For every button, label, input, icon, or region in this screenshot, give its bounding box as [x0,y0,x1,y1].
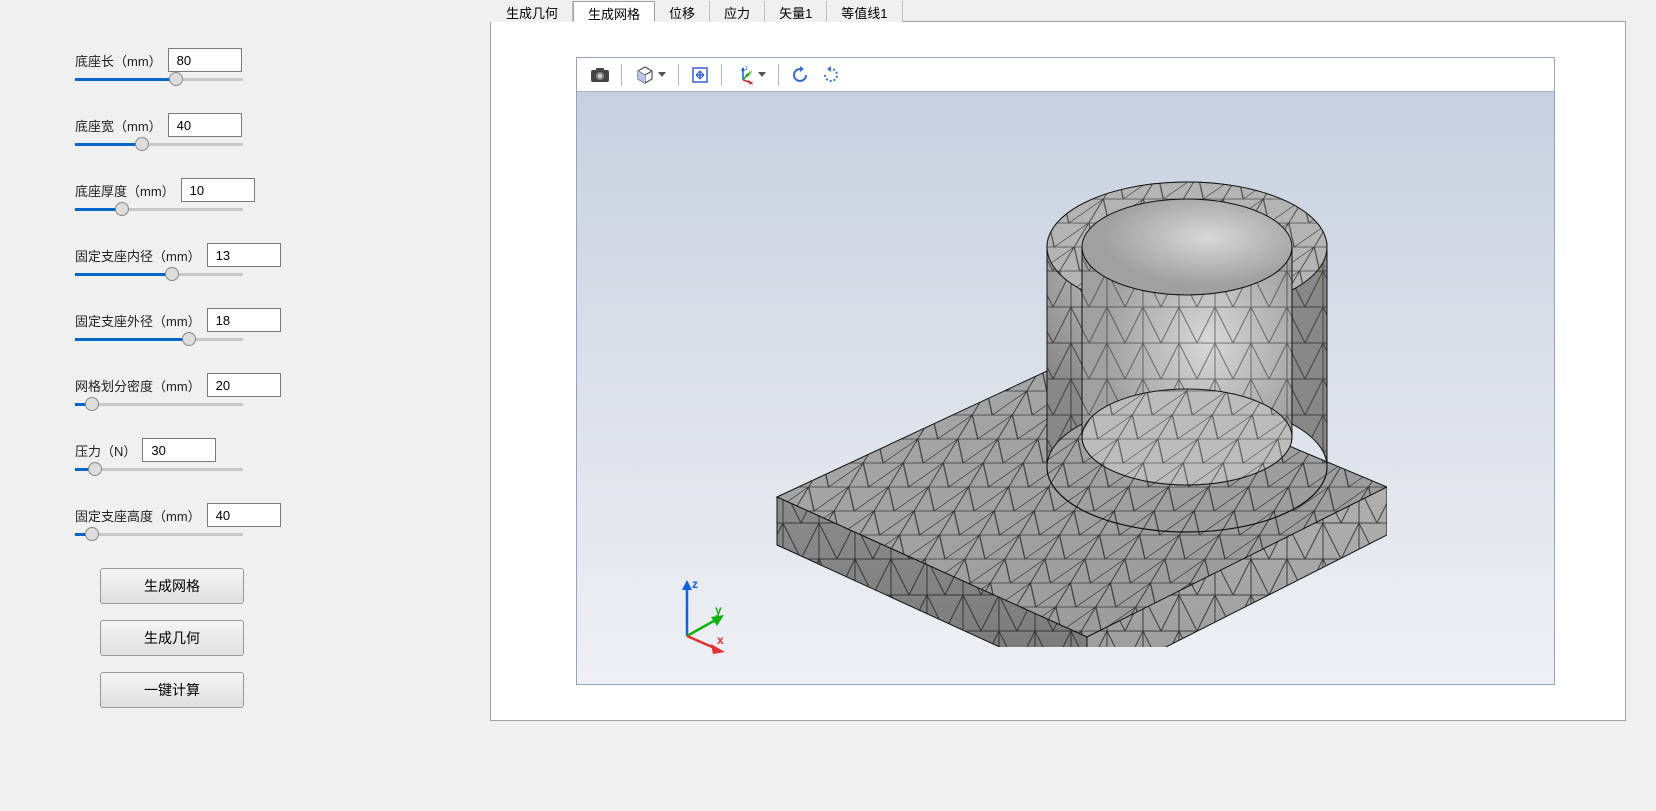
tab[interactable]: 生成几何 [492,1,573,22]
param-label: 底座宽（mm） [75,116,168,135]
param-row: 压力（N） [75,438,450,462]
param-input[interactable] [207,243,281,267]
param-slider[interactable] [75,273,243,276]
param-label: 底座厚度（mm） [75,181,181,200]
tab[interactable]: 矢量1 [765,1,827,22]
dropdown-arrow-icon [658,72,666,77]
param-slider[interactable] [75,208,243,211]
svg-text:y: y [749,70,752,76]
param-row: 固定支座高度（mm） [75,503,450,527]
viewer: zyx [576,57,1555,685]
coord-system-icon[interactable]: zy x [728,61,772,89]
svg-text:x: x [750,81,753,85]
param-input[interactable] [207,308,281,332]
viewer-frame: zyx [490,22,1626,721]
param-slider[interactable] [75,338,243,341]
param-label: 压力（N） [75,441,142,460]
generate-mesh-button[interactable]: 生成网格 [100,568,244,604]
fit-view-icon[interactable] [685,61,715,89]
param-row: 底座厚度（mm） [75,178,450,202]
param-row: 固定支座外径（mm） [75,308,450,332]
tab[interactable]: 应力 [710,1,765,22]
param-row: 固定支座内径（mm） [75,243,450,267]
tab[interactable]: 位移 [655,1,710,22]
param-slider[interactable] [75,468,243,471]
param-label: 底座长（mm） [75,51,168,70]
rotate-cw-icon[interactable] [817,61,847,89]
view-cube-icon[interactable] [628,61,672,89]
right-panel: 生成几何生成网格位移应力矢量1等值线1 [490,0,1656,811]
action-buttons: 生成网格 生成几何 一键计算 [100,568,450,708]
parameter-panel: 底座长（mm） 底座宽（mm） 底座厚度（mm） 固定支座内径（mm） 固定支座外径（m… [0,0,490,811]
axis-z-label: z [692,577,698,591]
axis-triad: z y x [667,574,747,654]
viewer-toolbar: zy x [577,58,1554,92]
tab[interactable]: 生成网格 [573,1,655,22]
canvas-3d[interactable]: z y x [577,92,1554,684]
param-row: 网格划分密度（mm） [75,373,450,397]
param-label: 固定支座外径（mm） [75,311,207,330]
main-layout: 底座长（mm） 底座宽（mm） 底座厚度（mm） 固定支座内径（mm） 固定支座外径（m… [0,0,1656,811]
param-row: 底座宽（mm） [75,113,450,137]
param-label: 网格划分密度（mm） [75,376,207,395]
param-slider[interactable] [75,403,243,406]
svg-text:z: z [745,66,748,72]
param-slider[interactable] [75,78,243,81]
param-input[interactable] [142,438,216,462]
camera-icon[interactable] [585,61,615,89]
mesh-model [747,127,1387,647]
param-row: 底座长（mm） [75,48,450,72]
rotate-ccw-icon[interactable] [785,61,815,89]
axis-x-label: x [717,633,724,647]
tabs-bar: 生成几何生成网格位移应力矢量1等值线1 [492,0,1626,22]
param-input[interactable] [181,178,255,202]
param-input[interactable] [207,373,281,397]
param-input[interactable] [168,48,242,72]
dropdown-arrow-icon [758,72,766,77]
param-input[interactable] [207,503,281,527]
param-label: 固定支座内径（mm） [75,246,207,265]
generate-geometry-button[interactable]: 生成几何 [100,620,244,656]
axis-y-label: y [715,603,722,617]
param-slider[interactable] [75,533,243,536]
one-click-compute-button[interactable]: 一键计算 [100,672,244,708]
param-label: 固定支座高度（mm） [75,506,207,525]
param-input[interactable] [168,113,242,137]
tab[interactable]: 等值线1 [827,1,902,22]
param-slider[interactable] [75,143,243,146]
